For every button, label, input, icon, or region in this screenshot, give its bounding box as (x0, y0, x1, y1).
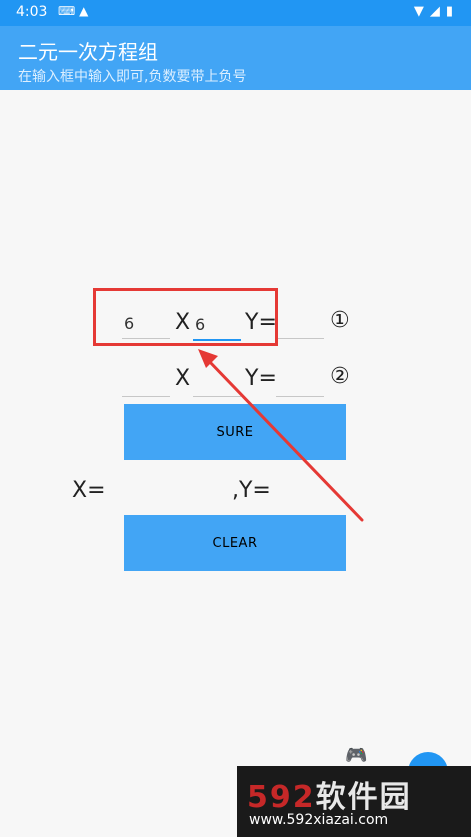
watermark-mascot-icon: 🎮 (345, 745, 368, 766)
watermark: 592软件园 www.592xiazai.com (237, 766, 471, 837)
watermark-logo: 592软件园 (247, 780, 412, 815)
annotation-arrow (198, 349, 364, 522)
watermark-url: www.592xiazai.com (249, 812, 389, 828)
